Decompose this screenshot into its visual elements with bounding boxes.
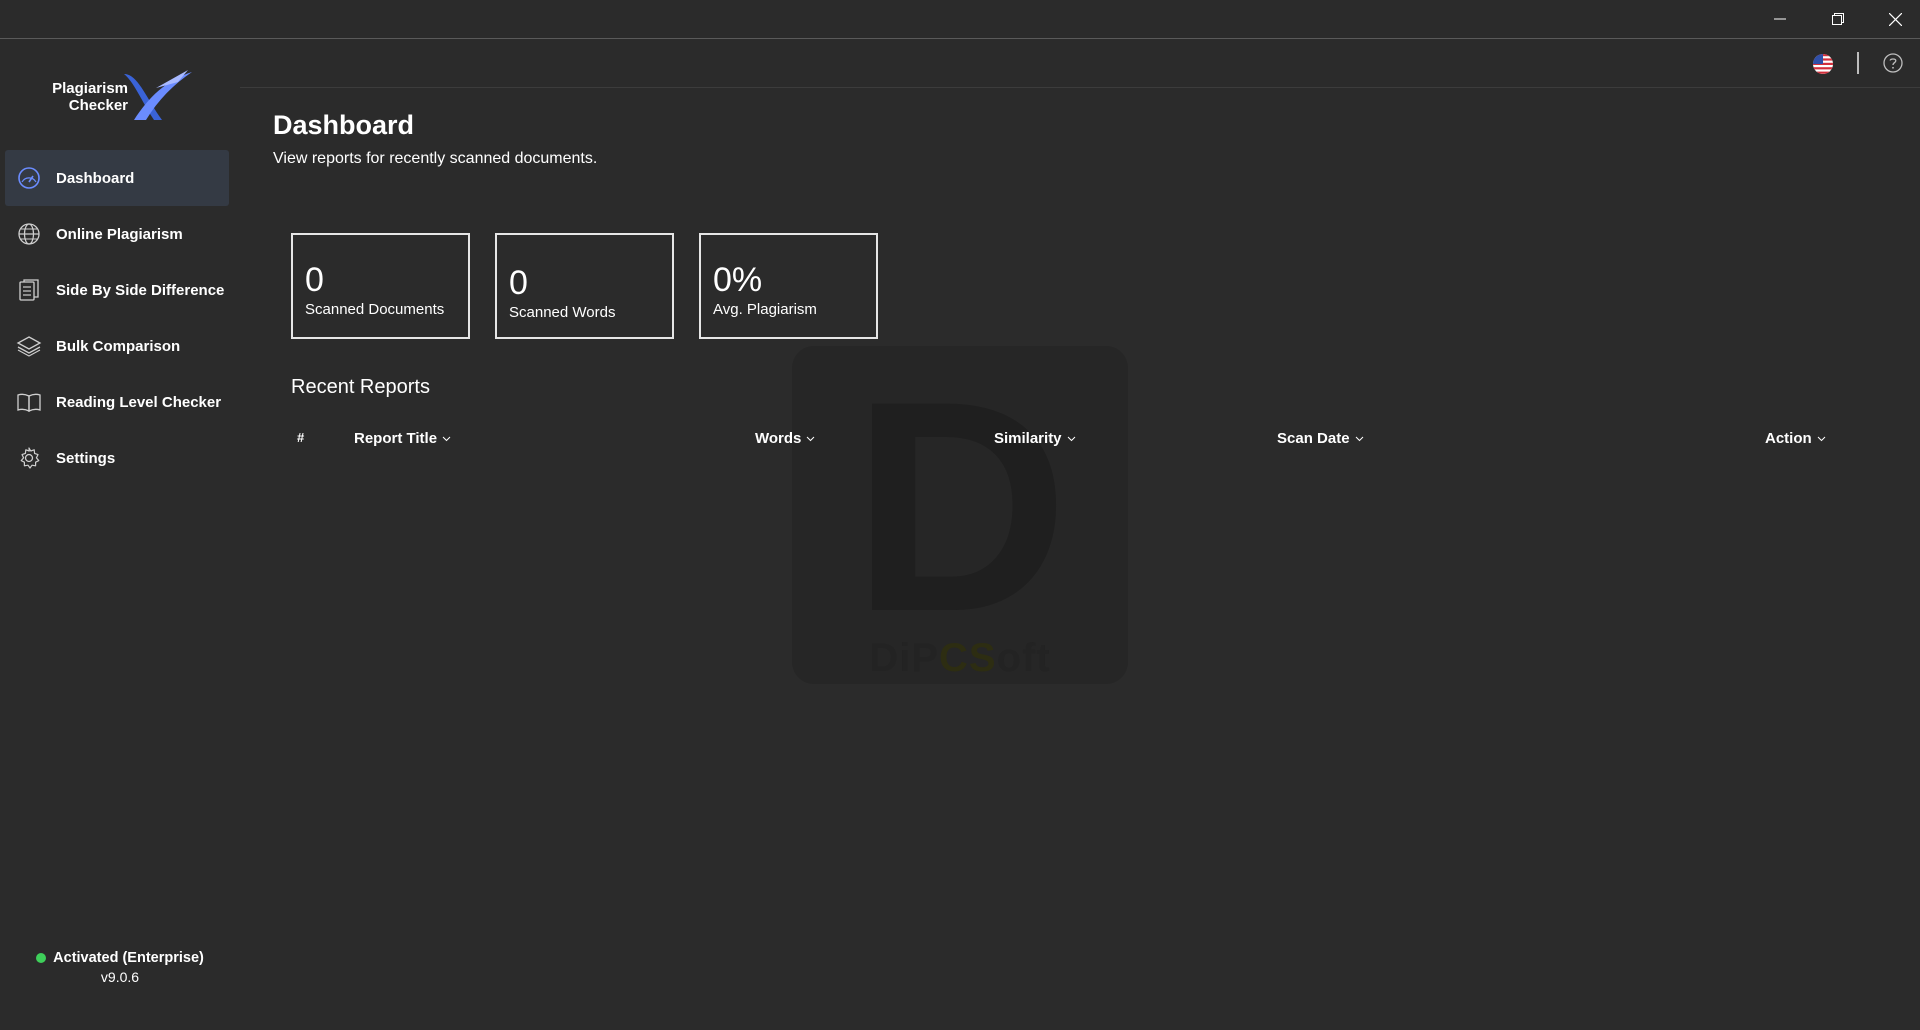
- column-label: Words: [755, 430, 802, 447]
- status-dot-icon: [36, 953, 47, 963]
- column-header-words[interactable]: Words: [755, 430, 815, 447]
- chevron-down-icon: [806, 436, 815, 442]
- help-icon[interactable]: [1882, 52, 1904, 74]
- sidebar-item-dashboard[interactable]: Dashboard: [5, 150, 229, 206]
- activation-status: Activated (Enterprise) v9.0.6: [0, 950, 240, 985]
- us-flag-icon[interactable]: [1812, 53, 1834, 75]
- stat-value: 0: [305, 261, 324, 299]
- stat-value: 0: [509, 264, 528, 302]
- globe-icon: [16, 221, 42, 247]
- column-header-action[interactable]: Action: [1765, 430, 1826, 447]
- header-divider: [240, 87, 1920, 88]
- stat-card-avg-plagiarism: 0% Avg. Plagiarism: [699, 233, 878, 339]
- version-text: v9.0.6: [100, 969, 140, 985]
- app-logo: Plagiarism Checker: [44, 68, 194, 124]
- chevron-down-icon: [1817, 436, 1826, 442]
- book-icon: [16, 389, 42, 415]
- watermark-letter: D: [852, 338, 1069, 674]
- logo-x-mark: [124, 70, 192, 120]
- column-label: Similarity: [994, 430, 1062, 447]
- column-header-index: #: [297, 430, 304, 445]
- recent-reports-title: Recent Reports: [291, 376, 430, 398]
- sidebar-item-online-plagiarism[interactable]: Online Plagiarism: [5, 206, 229, 262]
- chevron-down-icon: [442, 436, 451, 442]
- gauge-icon: [16, 165, 42, 191]
- document-compare-icon: [16, 277, 42, 303]
- sidebar-item-label: Settings: [56, 449, 116, 467]
- sidebar-item-label: Side By Side Difference: [56, 281, 225, 299]
- column-label: Action: [1765, 430, 1812, 447]
- watermark-text-1: DiP: [869, 636, 940, 680]
- column-label: #: [297, 430, 305, 445]
- sidebar-item-label: Bulk Comparison: [56, 337, 181, 355]
- chevron-down-icon: [1355, 436, 1364, 442]
- status-text: Activated (Enterprise): [53, 950, 204, 966]
- sidebar-item-settings[interactable]: Settings: [5, 430, 229, 486]
- sidebar-item-bulk-comparison[interactable]: Bulk Comparison: [5, 318, 229, 374]
- close-icon: [1888, 12, 1902, 26]
- watermark-text: DiPCSoft: [792, 636, 1128, 681]
- sidebar: Plagiarism Checker Dashboard Online Plag…: [0, 40, 240, 1030]
- close-button[interactable]: [1867, 0, 1920, 38]
- sidebar-item-reading-level[interactable]: Reading Level Checker: [5, 374, 229, 430]
- stat-label: Scanned Documents: [305, 301, 445, 318]
- watermark: D DiPCSoft: [792, 346, 1128, 684]
- stat-value: 0%: [713, 261, 763, 299]
- title-bar: [0, 0, 1920, 39]
- page-title: Dashboard: [273, 110, 415, 140]
- status-line: Activated (Enterprise): [0, 950, 240, 966]
- column-header-similarity[interactable]: Similarity: [994, 430, 1076, 447]
- stat-card-scanned-words: 0 Scanned Words: [495, 233, 674, 339]
- column-header-report-title[interactable]: Report Title: [354, 430, 451, 447]
- watermark-text-3: oft: [996, 636, 1051, 680]
- header-separator: [1857, 52, 1859, 74]
- restore-icon: [1832, 13, 1844, 25]
- chevron-down-icon: [1067, 436, 1076, 442]
- column-label: Report Title: [354, 430, 438, 447]
- restore-button[interactable]: [1810, 0, 1866, 38]
- stat-label: Scanned Words: [509, 304, 616, 321]
- minimize-button[interactable]: [1752, 0, 1808, 38]
- column-header-scan-date[interactable]: Scan Date: [1277, 430, 1364, 447]
- sidebar-item-label: Dashboard: [56, 169, 135, 187]
- watermark-text-2: CS: [939, 636, 997, 680]
- layers-icon: [16, 333, 42, 359]
- stat-card-scanned-documents: 0 Scanned Documents: [291, 233, 470, 339]
- page-subtitle: View reports for recently scanned docume…: [273, 150, 598, 167]
- reports-table-header: # Report Title Words Similarity Scan Dat…: [291, 430, 1851, 456]
- sidebar-item-label: Reading Level Checker: [56, 393, 222, 411]
- sidebar-item-label: Online Plagiarism: [56, 225, 183, 243]
- stat-label: Avg. Plagiarism: [713, 301, 817, 318]
- sidebar-nav: Dashboard Online Plagiarism Side By Side…: [5, 150, 229, 486]
- sidebar-item-side-by-side[interactable]: Side By Side Difference: [5, 262, 229, 318]
- gear-icon: [16, 445, 42, 471]
- minimize-icon: [1774, 18, 1786, 20]
- column-label: Scan Date: [1277, 430, 1350, 447]
